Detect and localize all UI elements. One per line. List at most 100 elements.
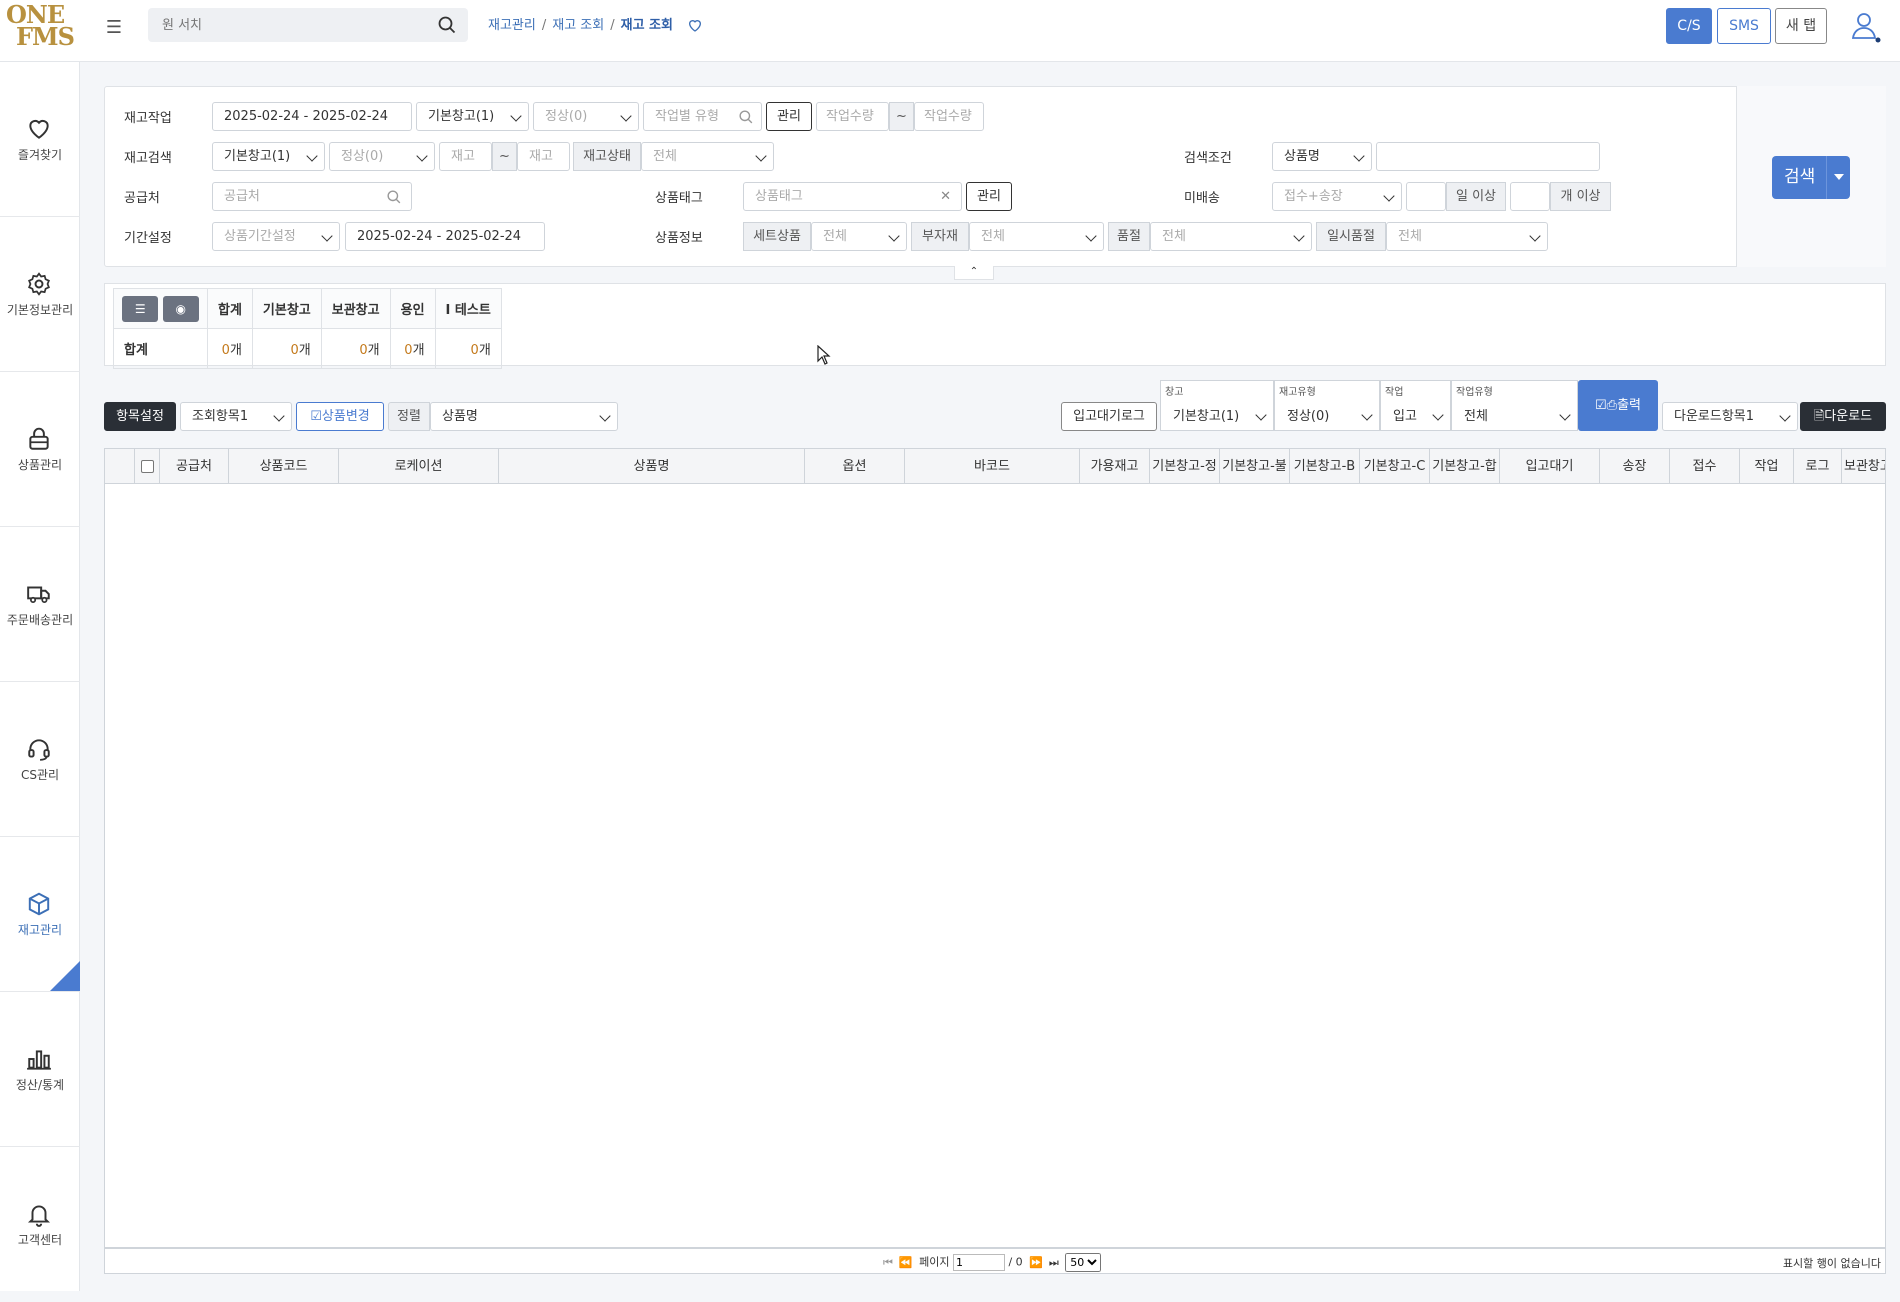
- temp-soldout-select[interactable]: 전체: [1386, 222, 1548, 251]
- work-type-input[interactable]: 작업별 유형: [643, 102, 762, 131]
- period-type-select[interactable]: 상품기간설정: [212, 222, 340, 251]
- sidebar-item-settlement[interactable]: 정산/통계: [0, 992, 80, 1147]
- favorite-heart-icon[interactable]: [687, 17, 703, 33]
- stock-from-input[interactable]: 재고: [439, 142, 492, 171]
- col-inbound-waiting[interactable]: 입고대기: [1500, 449, 1600, 484]
- page-number-input[interactable]: [952, 1254, 1005, 1271]
- breadcrumb-item-inventory-view[interactable]: 재고 조회: [552, 18, 604, 33]
- collapse-toggle-icon[interactable]: ⌃: [954, 266, 994, 280]
- col-invoice[interactable]: 송장: [1600, 449, 1670, 484]
- search-button[interactable]: 검색: [1772, 156, 1850, 199]
- product-tag-input[interactable]: 상품태그 ✕: [743, 182, 962, 211]
- col-barcode[interactable]: 바코드: [905, 449, 1080, 484]
- sidebar-item-inventory[interactable]: 재고관리: [0, 837, 80, 992]
- download-button[interactable]: 🗎다운로드: [1800, 402, 1886, 431]
- stock-search-warehouse-select[interactable]: 기본창고(1): [212, 142, 325, 171]
- user-avatar-icon[interactable]: [1852, 10, 1882, 44]
- last-page-icon[interactable]: ⏭: [1049, 1256, 1059, 1269]
- first-page-icon[interactable]: ⏮: [883, 1256, 893, 1269]
- sidebar-item-support[interactable]: 고객센터: [0, 1147, 80, 1302]
- chevron-down-icon: [321, 230, 333, 242]
- stock-type-select[interactable]: 재고유형 정상(0): [1274, 380, 1380, 431]
- product-tag-manage-button[interactable]: 관리: [966, 182, 1012, 211]
- col-product-name[interactable]: 상품명: [499, 449, 805, 484]
- app-logo[interactable]: ONE FMS: [6, 3, 75, 52]
- supplier-input[interactable]: 공급처: [212, 182, 412, 211]
- col-default-normal[interactable]: 기본창고-정: [1150, 449, 1220, 484]
- search-condition-input[interactable]: [1376, 142, 1600, 171]
- stock-work-warehouse-select[interactable]: 기본창고(1): [416, 102, 529, 131]
- stock-state-select[interactable]: 전체: [641, 142, 774, 171]
- item-settings-button[interactable]: 항목설정: [104, 402, 176, 431]
- soldout-select[interactable]: 전체: [1150, 222, 1312, 251]
- inbound-log-button[interactable]: 입고대기로그: [1061, 402, 1157, 431]
- label-stock-work: 재고작업: [124, 111, 172, 126]
- col-supplier[interactable]: 공급처: [160, 449, 229, 484]
- submaterial-select[interactable]: 전체: [969, 222, 1104, 251]
- work-type-manage-button[interactable]: 관리: [766, 102, 812, 131]
- view-items-select[interactable]: 조회항목1: [180, 402, 292, 431]
- sidebar-item-orders[interactable]: 주문배송관리: [0, 527, 80, 682]
- chevron-down-icon: [1293, 230, 1305, 242]
- global-search-input[interactable]: [148, 8, 418, 42]
- sms-button[interactable]: SMS: [1717, 8, 1771, 44]
- print-button[interactable]: ☑⎙출력: [1578, 380, 1658, 431]
- search-icon[interactable]: [438, 16, 456, 34]
- col-work[interactable]: 작업: [1740, 449, 1794, 484]
- download-items-select[interactable]: 다운로드항목1: [1662, 402, 1798, 431]
- sidebar-item-cs[interactable]: CS관리: [0, 682, 80, 837]
- breadcrumb-item-inventory[interactable]: 재고관리: [488, 18, 536, 33]
- summary-value: 0개: [389, 328, 436, 369]
- filter-icon[interactable]: ☰: [122, 295, 159, 322]
- col-storage-warehouse[interactable]: 보관창고: [1842, 449, 1885, 484]
- col-log[interactable]: 로그: [1794, 449, 1842, 484]
- next-page-icon[interactable]: ⏩: [1029, 1256, 1043, 1269]
- col-received[interactable]: 접수: [1670, 449, 1740, 484]
- col-location[interactable]: 로케이션: [339, 449, 499, 484]
- sidebar-item-basic-info[interactable]: 기본정보관리: [0, 217, 80, 372]
- settings-icon[interactable]: ◉: [162, 295, 199, 322]
- chevron-down-icon: [620, 110, 632, 122]
- clear-icon[interactable]: ✕: [940, 183, 951, 210]
- stock-search-status-select[interactable]: 정상(0): [329, 142, 435, 171]
- col-default-b[interactable]: 기본창고-B: [1290, 449, 1360, 484]
- page-size-select[interactable]: 50: [1065, 1253, 1102, 1272]
- col-available-stock[interactable]: 가용재고: [1080, 449, 1150, 484]
- select-all-checkbox[interactable]: [140, 460, 154, 473]
- grid-gutter: [105, 449, 135, 484]
- period-date-range[interactable]: 2025-02-24 - 2025-02-24: [345, 222, 545, 251]
- sidebar-item-favorites[interactable]: 즐겨찾기: [0, 62, 80, 217]
- work-qty-from-input[interactable]: 작업수량: [816, 102, 889, 131]
- undelivered-select[interactable]: 접수+송장: [1272, 182, 1402, 211]
- undelivered-days-input[interactable]: [1406, 182, 1446, 211]
- search-dropdown-toggle[interactable]: [1826, 156, 1850, 199]
- col-default-c[interactable]: 기본창고-C: [1360, 449, 1430, 484]
- chevron-down-icon: [1383, 190, 1395, 202]
- sort-select[interactable]: 상품명: [430, 402, 618, 431]
- col-option[interactable]: 옵션: [805, 449, 905, 484]
- new-tab-button[interactable]: 새 탭: [1775, 8, 1827, 44]
- search-condition-select[interactable]: 상품명: [1272, 142, 1372, 171]
- col-product-code[interactable]: 상품코드: [229, 449, 339, 484]
- sidebar-item-products[interactable]: 상품관리: [0, 372, 80, 527]
- stock-to-input[interactable]: 재고: [517, 142, 570, 171]
- col-default-bad[interactable]: 기본창고-불: [1220, 449, 1290, 484]
- prev-page-icon[interactable]: ⏪: [899, 1256, 913, 1269]
- summary-header: I 테스트: [434, 288, 502, 329]
- change-product-button[interactable]: ☑상품변경: [296, 402, 384, 431]
- work-type-select[interactable]: 작업유형 전체: [1451, 380, 1578, 431]
- warehouse-select[interactable]: 창고 기본창고(1): [1160, 380, 1274, 431]
- chevron-down-icon: [1559, 409, 1571, 421]
- set-product-select[interactable]: 전체: [811, 222, 907, 251]
- label-stock-search: 재고검색: [124, 151, 172, 166]
- printer-icon: ☑⎙: [1595, 398, 1618, 413]
- summary-table: ☰ ◉ 합계 기본창고 보관창고 용인 I 테스트 합계 0개 0개 0개 0개…: [113, 288, 502, 369]
- stock-work-status-select[interactable]: 정상(0): [533, 102, 639, 131]
- menu-toggle-icon[interactable]: ☰: [104, 18, 124, 38]
- undelivered-count-input[interactable]: [1510, 182, 1550, 211]
- cs-button[interactable]: C/S: [1666, 8, 1712, 44]
- stock-work-date-range[interactable]: 2025-02-24 - 2025-02-24: [212, 102, 412, 131]
- work-qty-to-input[interactable]: 작업수량: [914, 102, 984, 131]
- col-default-total[interactable]: 기본창고-합: [1430, 449, 1500, 484]
- work-select[interactable]: 작업 입고: [1380, 380, 1451, 431]
